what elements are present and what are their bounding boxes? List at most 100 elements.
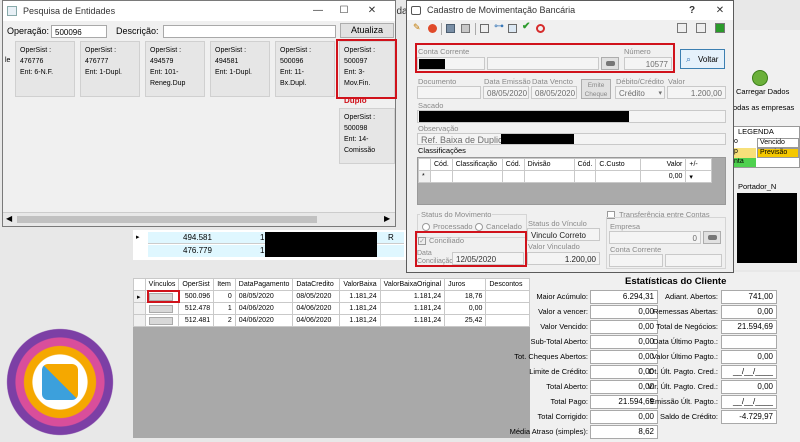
print-icon[interactable]	[461, 24, 470, 33]
bg-right-panel: Carregar Dados odas as empresas LEGENDA …	[733, 30, 800, 270]
tool-icon-right-3[interactable]	[715, 23, 725, 33]
class-valor-cell[interactable]: 0,00	[640, 170, 687, 183]
card-ent: Ent: 1-Dupl.	[85, 69, 122, 76]
mid-row-marker: ▸	[136, 234, 140, 241]
cancel-icon[interactable]	[428, 24, 437, 33]
class-col-sign[interactable]: +/-	[685, 158, 713, 171]
entity-card[interactable]: OperSist : 494579 Ent: 101-Reneg.Dup	[145, 41, 205, 97]
table-row[interactable]: * 0,00 ▾	[418, 170, 713, 183]
scroll-thumb[interactable]	[17, 216, 317, 223]
class-cell[interactable]	[523, 170, 575, 183]
empresa-input[interactable]: 0	[609, 231, 701, 244]
separator	[475, 23, 476, 35]
close-button[interactable]: ✕	[359, 1, 385, 21]
cancelado-label: Cancelado	[486, 222, 522, 231]
table-row[interactable]: 512.481 2 04/06/2020 04/06/2020 1.181,24…	[133, 314, 530, 327]
vinculo-cell[interactable]	[144, 302, 180, 315]
tool-icon-right-1[interactable]	[677, 23, 687, 33]
legenda-title: LEGENDA	[738, 127, 774, 136]
entity-card[interactable]: OperSist : 494581 Ent: 1-Dupl.	[210, 41, 270, 97]
tool-icon-right-2[interactable]	[696, 23, 706, 33]
col-valorbaixaoriginal[interactable]: ValorBaixaOriginal	[379, 278, 446, 291]
debito-credito-select[interactable]: Crédito ▾	[615, 86, 665, 99]
conta-corrente2-input-b[interactable]	[665, 254, 722, 267]
close-button[interactable]: ✕	[707, 1, 733, 21]
table-row[interactable]: ▸ 500.096 0 08/05/2020 08/05/2020 1.181,…	[133, 290, 530, 303]
mid-row-1-flag: R	[388, 233, 394, 242]
copy-icon[interactable]	[480, 24, 489, 33]
class-col-valor[interactable]: Valor	[640, 158, 687, 171]
vinculo-highlight	[147, 290, 180, 303]
maximize-button[interactable]: ☐	[331, 1, 357, 21]
class-col-classificacao[interactable]: Classificação	[451, 158, 503, 171]
minimize-button[interactable]: —	[305, 1, 331, 21]
class-cell[interactable]	[501, 170, 525, 183]
status-vinculo-input[interactable]: Vinculo Correto	[527, 228, 600, 241]
class-cell[interactable]	[595, 170, 642, 183]
class-col-cod3[interactable]: Cód.	[573, 158, 597, 171]
row-marker	[133, 302, 146, 315]
cell-valor: 1.181,24	[339, 302, 381, 315]
valor-input[interactable]: 1.200,00	[667, 86, 726, 99]
data-emissao-input[interactable]: 08/05/2020	[483, 86, 529, 99]
col-item[interactable]: Item	[213, 278, 236, 291]
col-descontos[interactable]: Descontos	[485, 278, 530, 291]
attach-icon[interactable]	[508, 24, 517, 33]
atualiza-button[interactable]: Atualiza	[340, 23, 394, 38]
documento-input[interactable]	[417, 86, 481, 99]
valor-vinculado-input[interactable]: 1.200,00	[527, 252, 600, 265]
voltar-button[interactable]: ⌕ Voltar	[680, 49, 725, 69]
col-datacredito[interactable]: DataCredito	[292, 278, 341, 291]
cell-datapag: 08/05/2020	[234, 290, 294, 303]
sign-select-cell[interactable]: ▾	[685, 170, 713, 183]
carregar-dados-button[interactable]: Carregar Dados	[735, 70, 797, 100]
table-row[interactable]: 512.478 1 04/06/2020 04/06/2020 1.181,24…	[133, 302, 530, 315]
operacao-label: Operação:	[7, 26, 50, 36]
data-vencto-input[interactable]: 08/05/2020	[531, 86, 577, 99]
class-cell[interactable]	[573, 170, 597, 183]
row-selected-marker: ▸	[133, 290, 146, 303]
conciliado-highlight	[415, 231, 527, 267]
entity-card[interactable]: OperSist : 500096 Ent: 11-Bx.Dupl.	[275, 41, 335, 97]
cell-juros: 25,42	[444, 314, 487, 327]
conta-corrente2-input-a[interactable]	[609, 254, 663, 267]
block-icon[interactable]	[536, 24, 545, 33]
col-opersist[interactable]: OperSist	[178, 278, 215, 291]
empresa-lookup-button[interactable]	[703, 231, 721, 244]
confirm-icon[interactable]: ✔	[522, 21, 530, 32]
stat-label: Maior Acúmulo:	[536, 292, 588, 301]
descricao-input[interactable]	[163, 25, 336, 38]
cell-valor: 1.181,24	[339, 314, 381, 327]
save-icon[interactable]	[446, 24, 455, 33]
vinculo-cell[interactable]	[144, 314, 180, 327]
col-vinculos[interactable]: Vínculos	[144, 278, 180, 291]
portador-header: Portador_N	[738, 182, 777, 191]
scroll-right-icon[interactable]: ▶	[384, 214, 390, 223]
cancelado-radio[interactable]	[475, 223, 483, 231]
emite-cheque-button[interactable]: Emite Cheque	[581, 79, 611, 99]
new-row-marker: *	[418, 170, 431, 183]
processado-radio[interactable]	[422, 223, 430, 231]
scroll-left-icon[interactable]: ◀	[6, 214, 12, 223]
help-button[interactable]: ?	[679, 1, 705, 21]
card-ent: Ent: 6-N.F.	[20, 69, 54, 76]
horizontal-scrollbar[interactable]: ◀ ▶	[3, 212, 395, 226]
entity-card[interactable]: OperSist : 476777 Ent: 1-Dupl.	[80, 41, 140, 97]
class-col-cod2[interactable]: Cód.	[501, 158, 525, 171]
link-icon[interactable]: ⊶	[494, 21, 504, 32]
col-datapagamento[interactable]: DataPagamento	[234, 278, 294, 291]
class-col-divisao[interactable]: Divisão	[523, 158, 575, 171]
col-valorbaixa[interactable]: ValorBaixa	[339, 278, 381, 291]
entity-card[interactable]: OperSist : 500098 Ent: 14-Comissão	[339, 108, 395, 164]
edit-icon[interactable]: ✎	[413, 22, 421, 33]
col-juros[interactable]: Juros	[444, 278, 487, 291]
entity-card[interactable]: OperSist : 476776 Ent: 6-N.F.	[15, 41, 75, 97]
class-col-ccusto[interactable]: C.Custo	[595, 158, 642, 171]
cell-datapag: 04/06/2020	[234, 314, 294, 327]
class-col-cod1[interactable]: Cód.	[430, 158, 453, 171]
card-ent: Ent: 1-Dupl.	[215, 69, 252, 76]
legenda-left-1: o	[734, 138, 756, 148]
class-cell[interactable]	[451, 170, 503, 183]
operacao-input[interactable]: 500096	[51, 25, 107, 38]
class-cell[interactable]	[430, 170, 453, 183]
